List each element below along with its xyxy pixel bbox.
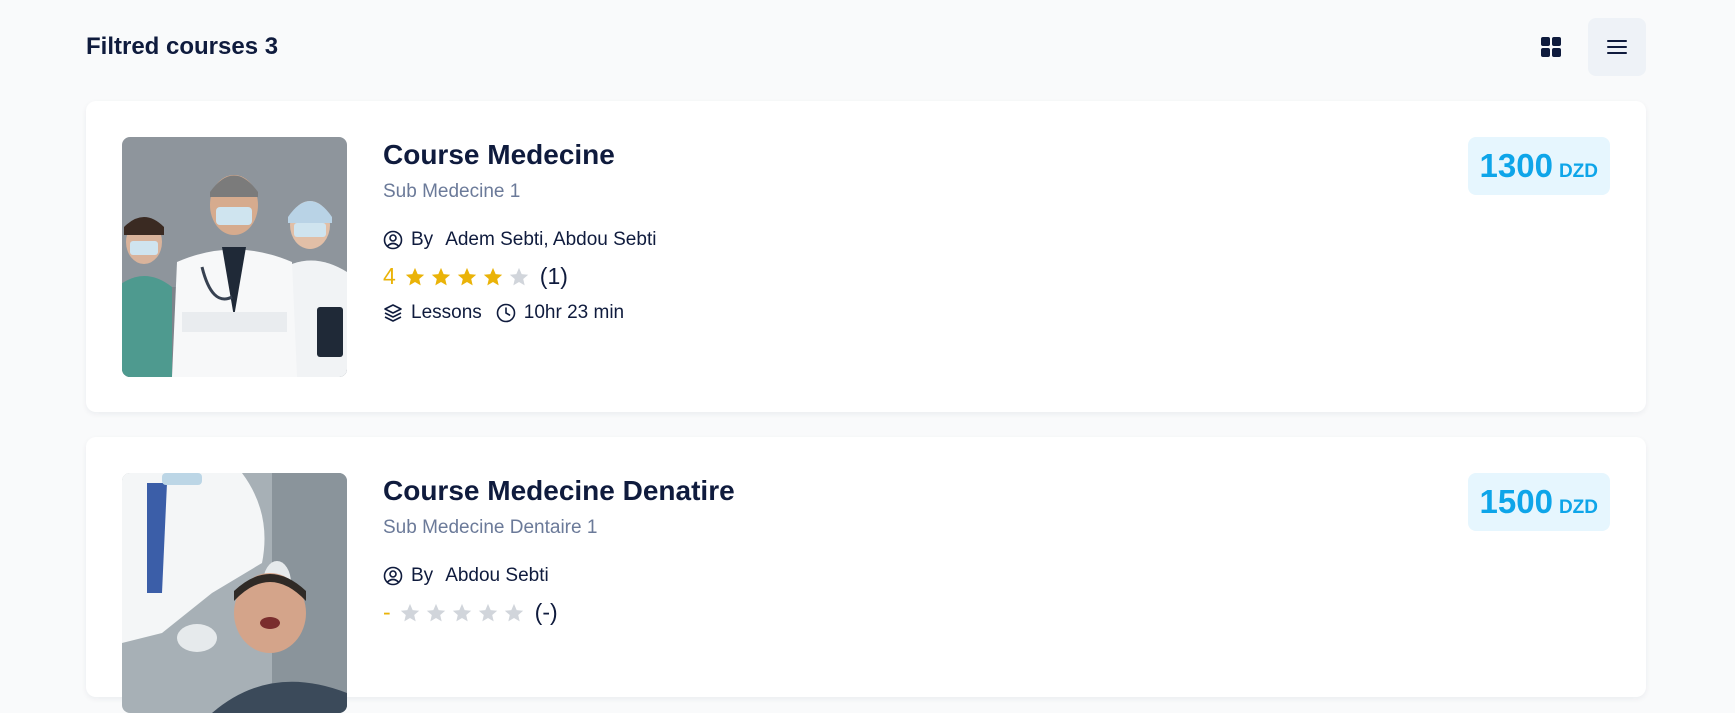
price-currency: DZD [1558,161,1598,182]
course-info: Course Medecine Denatire Sub Medecine De… [383,473,735,626]
dentist-image [122,473,347,713]
course-title[interactable]: Course Medecine Denatire [383,475,735,507]
doctors-image [122,137,347,377]
price-badge: 1500 DZD [1467,473,1610,531]
grid-view-button[interactable] [1522,18,1580,76]
rating-row: - (-) [383,599,735,626]
user-circle-icon [383,230,403,250]
instructors-names: Adem Sebti, Abdou Sebti [445,229,657,250]
view-toggle-group [1522,18,1646,76]
grid-icon [1541,37,1561,57]
results-header: Filtred courses 3 [86,18,1646,76]
price-amount: 1500 [1479,483,1553,520]
star-empty-icon [400,603,419,621]
star-icon [405,267,424,285]
course-card[interactable]: Course Medecine Denatire Sub Medecine De… [86,437,1646,713]
star-icon [483,267,502,285]
page: Filtred courses 3 Course Medecine Sub Me… [0,0,1735,713]
rating-value: 4 [383,263,396,289]
star-empty-icon [504,603,523,621]
course-title[interactable]: Course Medecine [383,139,656,171]
course-thumbnail[interactable] [122,473,347,713]
by-label: By [411,229,434,250]
layers-icon [383,303,403,323]
course-duration: 10hr 23 min [523,302,625,323]
course-info: Course Medecine Sub Medecine 1 By Adem S… [383,137,656,324]
rating-count: (-) [534,599,558,625]
star-icon [457,267,476,285]
lessons-label: Lessons [411,302,482,323]
star-empty-icon [452,603,471,621]
instructors-names: Abdou Sebti [445,565,549,586]
price-badge: 1300 DZD [1467,137,1610,195]
course-thumbnail[interactable] [122,137,347,377]
star-empty-icon [426,603,445,621]
by-label: By [411,565,434,586]
list-icon [1607,40,1627,54]
instructors-row: By Abdou Sebti [383,565,735,587]
instructors-row: By Adem Sebti, Abdou Sebti [383,229,656,251]
price-amount: 1300 [1479,147,1553,184]
course-subtitle: Sub Medecine 1 [383,181,521,202]
rating-value: - [383,599,391,625]
clock-icon [496,303,516,323]
star-empty-icon [478,603,497,621]
lessons-row: Lessons 10hr 23 min [383,302,656,324]
rating-count: (1) [539,263,568,289]
star-icon [431,267,450,285]
course-subtitle: Sub Medecine Dentaire 1 [383,517,598,538]
rating-row: 4 (1) [383,263,656,290]
course-card[interactable]: Course Medecine Sub Medecine 1 By Adem S… [86,101,1646,412]
star-empty-icon [509,267,528,285]
price-currency: DZD [1558,497,1598,518]
user-circle-icon [383,566,403,586]
page-title: Filtred courses 3 [86,33,279,60]
list-view-button[interactable] [1588,18,1646,76]
